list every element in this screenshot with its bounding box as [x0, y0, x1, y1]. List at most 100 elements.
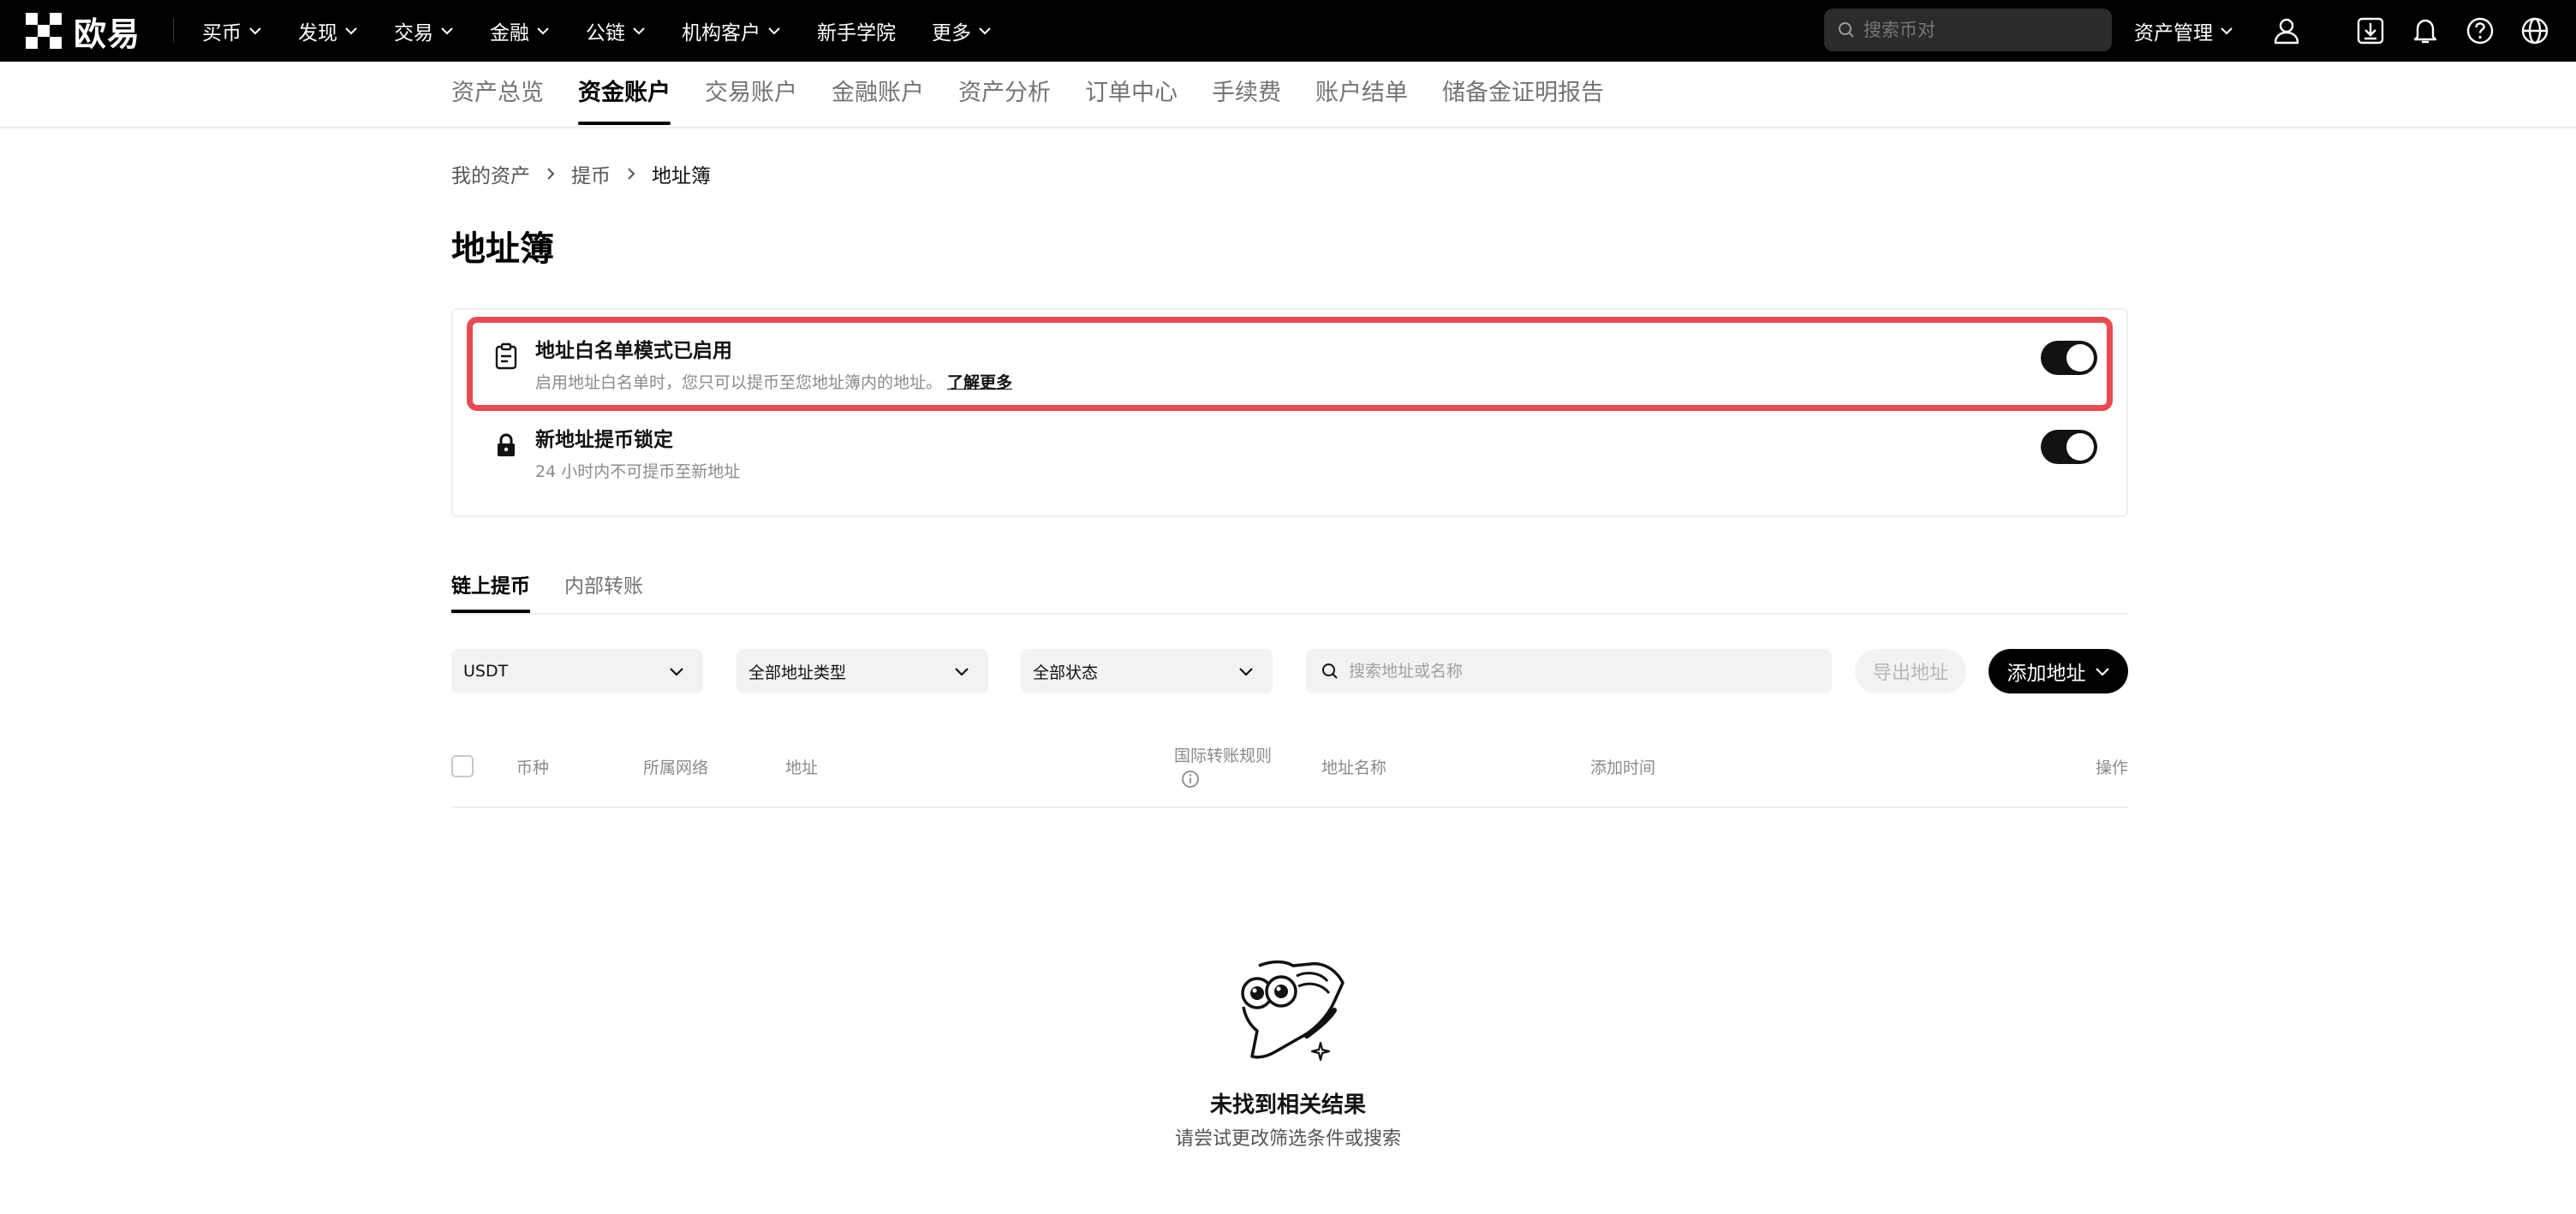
chevron-down-icon: [768, 27, 780, 35]
chevron-right-icon: [628, 168, 635, 180]
address-search-box[interactable]: [1306, 649, 1832, 693]
nav-divider: [173, 19, 174, 43]
select-all-checkbox[interactable]: [451, 755, 474, 777]
logo-text: 欧易: [74, 15, 141, 53]
search-icon: [1839, 22, 1854, 38]
asset-sub-navigation: 资产总览 资金账户 交易账户 金融账户 资产分析 订单中心 手续费 账户结单 储…: [0, 62, 2576, 128]
download-icon[interactable]: [2352, 12, 2389, 50]
chevron-down-icon: [670, 668, 683, 676]
status-select[interactable]: 全部状态: [1021, 649, 1273, 693]
globe-icon[interactable]: [2516, 12, 2554, 50]
column-travel-rule: 国际转账规则: [1174, 743, 1272, 793]
chevron-down-icon: [345, 27, 357, 35]
info-icon[interactable]: [1181, 770, 1200, 789]
nav-label: 买币: [202, 22, 242, 45]
top-search-box[interactable]: [1824, 9, 2112, 51]
okx-logo[interactable]: 欧易: [26, 12, 140, 53]
address-type-select[interactable]: 全部地址类型: [736, 649, 988, 693]
main-menu: 买币 发现 交易 金融 公链 机构客户 新手学院 更多: [202, 0, 1028, 62]
help-icon[interactable]: [2461, 12, 2499, 50]
binoculars-illustration-icon: [1241, 960, 1345, 1062]
nav-item-trade[interactable]: 交易: [394, 16, 454, 45]
lock-icon: [491, 430, 522, 461]
new-address-lock-toggle[interactable]: [2041, 430, 2097, 464]
empty-state-subtitle: 请尝试更改筛选条件或搜索: [1174, 1128, 1401, 1150]
column-currency: 币种: [516, 759, 550, 777]
chevron-down-icon: [979, 27, 991, 35]
column-travel-rule-label: 国际转账规则: [1174, 747, 1273, 765]
breadcrumb-withdraw[interactable]: 提币: [571, 159, 611, 188]
nav-item-institutional[interactable]: 机构客户: [682, 16, 781, 45]
tab-onchain-withdrawal[interactable]: 链上提币: [451, 568, 530, 613]
chevron-down-icon: [955, 668, 969, 676]
nav-item-buy[interactable]: 买币: [202, 16, 262, 45]
currency-select[interactable]: USDT: [451, 649, 703, 693]
whitelist-title: 地址白名单模式已启用: [535, 340, 732, 362]
clipboard-icon: [491, 341, 522, 372]
chevron-down-icon: [1239, 668, 1253, 676]
subnav-funding-account[interactable]: 资金账户: [578, 62, 671, 127]
bell-icon[interactable]: [2406, 12, 2444, 50]
nav-label: 交易: [394, 22, 433, 45]
empty-state-title: 未找到相关结果: [1209, 1092, 1366, 1118]
subnav-order-center[interactable]: 订单中心: [1085, 62, 1178, 127]
new-address-lock-title: 新地址提币锁定: [535, 429, 673, 451]
chevron-down-icon: [2095, 668, 2109, 676]
whitelist-toggle[interactable]: [2041, 341, 2097, 375]
tab-internal-transfer[interactable]: 内部转账: [564, 568, 643, 613]
subnav-finance-account[interactable]: 金融账户: [832, 62, 924, 127]
user-icon[interactable]: [2268, 12, 2305, 50]
whitelist-desc-text: 启用地址白名单时，您只可以提币至您地址簿内的地址。: [535, 373, 943, 392]
withdrawal-type-tabs: 链上提币 内部转账: [451, 568, 2128, 615]
subnav-fees[interactable]: 手续费: [1212, 62, 1281, 127]
asset-management-menu[interactable]: 资产管理: [2134, 0, 2233, 62]
subnav-statements[interactable]: 账户结单: [1315, 62, 1408, 127]
currency-select-value: USDT: [463, 662, 509, 681]
new-address-lock-row: 新地址提币锁定 24 小时内不可提币至新地址: [453, 411, 2126, 497]
new-address-lock-description: 24 小时内不可提币至新地址: [535, 462, 741, 481]
breadcrumb-address-book: 地址簿: [652, 165, 711, 187]
subnav-asset-overview[interactable]: 资产总览: [451, 62, 544, 127]
subnav-proof-of-reserves[interactable]: 储备金证明报告: [1442, 62, 1604, 127]
chevron-down-icon: [537, 27, 549, 35]
whitelist-setting-row: 地址白名单模式已启用 启用地址白名单时，您只可以提币至您地址簿内的地址。 了解更多: [453, 322, 2126, 408]
breadcrumb-my-assets[interactable]: 我的资产: [451, 159, 530, 188]
subnav-asset-analysis[interactable]: 资产分析: [958, 62, 1051, 127]
whitelist-description: 启用地址白名单时，您只可以提币至您地址簿内的地址。 了解更多: [535, 370, 1012, 393]
nav-item-finance[interactable]: 金融: [490, 16, 550, 45]
nav-label: 公链: [586, 22, 625, 45]
learn-more-link[interactable]: 了解更多: [947, 373, 1012, 392]
subnav-trading-account[interactable]: 交易账户: [705, 62, 797, 127]
nav-label: 新手学院: [817, 22, 896, 45]
address-search-input[interactable]: [1349, 662, 1811, 681]
search-icon: [1322, 664, 1338, 679]
chevron-right-icon: [547, 168, 555, 180]
chevron-down-icon: [249, 27, 261, 35]
okx-logo-icon: [26, 13, 62, 49]
status-select-value: 全部状态: [1033, 663, 1099, 682]
address-table-header: 币种 所属网络 地址 国际转账规则 地址名称 添加时间 操作: [451, 736, 2128, 808]
top-navigation-bar: 欧易 买币 发现 交易 金融 公链 机构客户 新手学院 更多 资产管理: [0, 0, 2576, 62]
address-type-select-value: 全部地址类型: [748, 663, 847, 682]
export-address-button[interactable]: 导出地址: [1855, 649, 1966, 693]
nav-item-chain[interactable]: 公链: [586, 16, 646, 45]
nav-item-discover[interactable]: 发现: [298, 16, 358, 45]
nav-item-academy[interactable]: 新手学院: [817, 16, 896, 45]
add-address-label: 添加地址: [2007, 663, 2086, 685]
nav-item-more[interactable]: 更多: [932, 16, 992, 45]
add-address-button[interactable]: 添加地址: [1989, 649, 2128, 693]
nav-label: 更多: [932, 22, 971, 45]
column-actions: 操作: [2096, 759, 2129, 777]
column-address: 地址: [785, 759, 819, 777]
nav-label: 发现: [298, 22, 337, 45]
nav-label: 金融: [490, 22, 529, 45]
chevron-down-icon: [2221, 27, 2233, 35]
nav-label: 机构客户: [682, 22, 760, 45]
top-search-input[interactable]: [1863, 20, 2095, 40]
column-added-time: 添加时间: [1590, 759, 1656, 777]
column-address-name: 地址名称: [1321, 759, 1387, 777]
asset-management-label: 资产管理: [2134, 22, 2213, 45]
page-title: 地址簿: [451, 229, 554, 269]
address-settings-card: 地址白名单模式已启用 启用地址白名单时，您只可以提币至您地址簿内的地址。 了解更多…: [451, 308, 2128, 517]
column-network: 所属网络: [643, 759, 709, 777]
